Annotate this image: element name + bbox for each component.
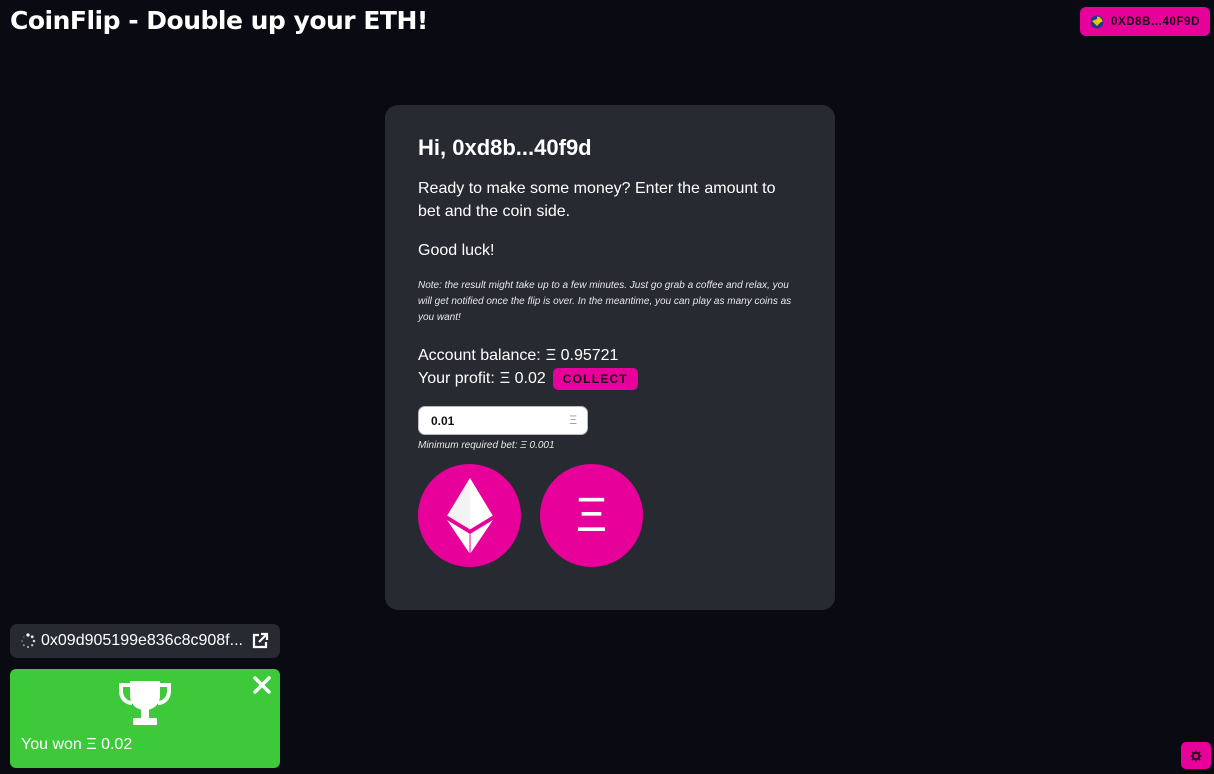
wallet-logo-icon — [1090, 15, 1104, 28]
trophy-icon — [119, 681, 171, 725]
transaction-hash: 0x09d905199e836c8c908f... — [41, 632, 243, 649]
profit-value: Ξ 0.02 — [499, 370, 546, 387]
balance-label: Account balance: — [418, 347, 541, 364]
gear-icon — [1190, 750, 1202, 761]
min-bet-text: Minimum required bet: Ξ 0.001 — [418, 440, 555, 451]
wallet-button[interactable]: 0XD8B...40F9D — [1080, 7, 1210, 36]
app-title: CoinFlip - Double up your ETH! — [10, 6, 428, 35]
win-message: You won Ξ 0.02 — [21, 736, 133, 753]
profit-label: Your profit: — [418, 370, 495, 387]
intro-text: Ready to make some money? Enter the amou… — [418, 180, 776, 220]
loading-spinner-icon — [21, 633, 36, 649]
greeting-heading: Hi, 0xd8b...40f9d — [418, 135, 592, 160]
balance-value: Ξ 0.95721 — [545, 347, 619, 364]
betting-card: Hi, 0xd8b...40f9d Ready to make some mon… — [385, 105, 835, 610]
tails-coin-button[interactable]: Ξ — [540, 464, 643, 567]
bet-unit: Ξ — [569, 413, 577, 427]
eth-xi-symbol: Ξ — [575, 488, 608, 542]
transaction-pill: 0x09d905199e836c8c908f... — [10, 624, 280, 658]
note-text: Note: the result might take up to a few … — [418, 280, 792, 323]
settings-button[interactable] — [1181, 742, 1211, 769]
bet-amount-input[interactable] — [419, 407, 573, 434]
heads-coin-button[interactable] — [418, 464, 521, 567]
bet-field: Ξ — [418, 406, 588, 435]
balance-row: Account balance: Ξ 0.95721 — [418, 344, 802, 367]
good-luck-text: Good luck! — [418, 242, 495, 259]
coin-side-choices: Ξ — [418, 464, 802, 567]
win-notification: You won Ξ 0.02 — [10, 669, 280, 768]
profit-row: Your profit: Ξ 0.02 COLLECT — [418, 367, 802, 390]
close-icon[interactable] — [252, 675, 272, 695]
collect-button[interactable]: COLLECT — [552, 367, 638, 390]
ethereum-diamond-icon — [446, 477, 493, 554]
external-link-icon[interactable] — [251, 632, 269, 650]
wallet-address-label: 0XD8B...40F9D — [1111, 15, 1200, 28]
